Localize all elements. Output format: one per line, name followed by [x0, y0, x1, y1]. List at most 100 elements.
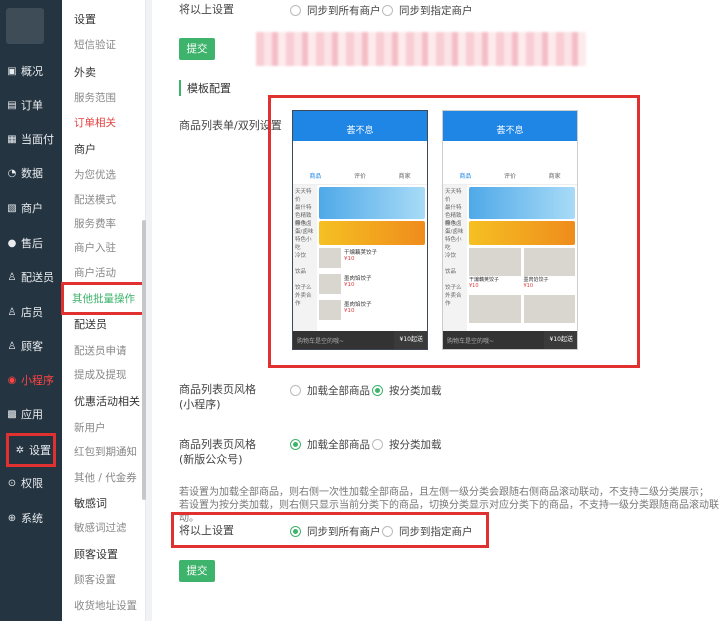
sidebar-item-13[interactable]: ⊕ 系统	[0, 503, 62, 533]
sidebar-item-7[interactable]: ♙ 店员	[0, 297, 62, 327]
submit-button-top[interactable]: 提交	[179, 38, 215, 60]
radio-circle-icon	[290, 385, 301, 396]
subnav-item: 配送员	[74, 318, 107, 331]
phone-shop-info	[443, 141, 577, 171]
mp-by-category-radio[interactable]: 按分类加载	[372, 383, 442, 398]
subnav-item[interactable]: 商户活动	[74, 265, 116, 280]
promo-banner	[319, 187, 425, 219]
subnav-item[interactable]: 配送员申请	[74, 343, 127, 358]
bottom-sync-all-radio[interactable]: 同步到所有商户	[290, 524, 381, 539]
top-sync-all-radio[interactable]: 同步到所有商户	[290, 3, 381, 18]
radio-checked-icon	[290, 526, 301, 537]
subnav-item[interactable]: 顾客设置	[74, 572, 116, 587]
grid-item: 干煸藕荚饺子 ¥10	[469, 248, 521, 292]
sidebar-item-label: 订单	[21, 99, 43, 112]
bottom-sync-specific-radio[interactable]: 同步到指定商户	[382, 524, 473, 539]
subnav-item[interactable]: 收货地址设置	[74, 598, 137, 613]
sidebar-item-9[interactable]: ◉ 小程序	[0, 365, 62, 395]
template-single-column[interactable]: 荟不息 商品 评价 商家 天天特价 最什特色精致摩卡 特色卤蛋/卤味 特色小吃 冷饮 饮品 饺子…	[292, 110, 428, 350]
subnav-item[interactable]: 商户入驻	[74, 240, 116, 255]
miniprogram-icon: ◉	[7, 374, 17, 386]
phone-tabs: 商品 评价 商家	[443, 171, 577, 185]
sidebar-item-label: 商户	[21, 202, 43, 215]
subnav-item[interactable]: 订单相关	[74, 115, 116, 130]
customer-icon: ♙	[7, 340, 17, 352]
sidebar-item-1[interactable]: ▤ 订单	[0, 90, 62, 120]
sidebar-item-5[interactable]: ● 售后	[0, 228, 62, 258]
subnav-item[interactable]: 新用户	[74, 420, 106, 435]
subnav-item[interactable]: 服务范围	[74, 90, 116, 105]
redacted-area	[256, 32, 586, 66]
subnav-scrollbar[interactable]	[142, 220, 146, 500]
avatar	[6, 8, 44, 44]
radio-circle-icon	[382, 526, 393, 537]
promo-banner	[319, 221, 425, 245]
sidebar-item-label: 应用	[21, 408, 43, 421]
sidebar-item-12[interactable]: ⊙ 权限	[0, 468, 62, 498]
gzh-style-label: 商品列表页风格 (新版公众号)	[179, 438, 256, 466]
gzh-load-all-radio[interactable]: 加载全部商品	[290, 437, 370, 452]
sidebar-item-10[interactable]: ▩ 应用	[0, 399, 62, 429]
permission-icon: ⊙	[7, 477, 17, 489]
sidebar-item-8[interactable]: ♙ 顾客	[0, 331, 62, 361]
subnav-item[interactable]: 敏感词过滤	[74, 520, 127, 535]
rider-icon: ♙	[7, 271, 17, 283]
radio-checked-icon	[290, 439, 301, 450]
order-icon: ▤	[7, 99, 17, 111]
sidebar-item-label: 售后	[21, 237, 43, 250]
subnav-item[interactable]: 其他批量操作	[61, 282, 145, 315]
subnav-item[interactable]: 提成及提现	[74, 367, 127, 382]
sidebar-item-2[interactable]: ▦ 当面付	[0, 124, 62, 154]
mp-load-all-radio[interactable]: 加载全部商品	[290, 383, 370, 398]
sidebar-item-label: 当面付	[21, 133, 54, 146]
top-sync-label: 将以上设置	[179, 3, 234, 16]
main-sidebar: ▣ 概况 ▤ 订单 ▦ 当面付 ◔ 数据 ▧ 商户 ● 售后 ♙ 配送员 ♙ 店员 ♙ 顾客 ◉ 小程序 ▩ 应用 ✲ 设置 ⊙…	[0, 0, 62, 621]
sidebar-item-label: 数据	[21, 167, 43, 180]
phone-header: 荟不息	[293, 111, 427, 141]
sidebar-item-3[interactable]: ◔ 数据	[0, 158, 62, 188]
sidebar-item-label: 小程序	[21, 374, 54, 387]
subnav-item: 顾客设置	[74, 548, 118, 561]
service-icon: ●	[7, 237, 17, 249]
list-style-label: 商品列表单/双列设置	[179, 119, 282, 132]
submit-button-bottom[interactable]: 提交	[179, 560, 215, 582]
mp-style-label: 商品列表页风格 (小程序)	[179, 383, 256, 411]
subnav-item[interactable]: 配送模式	[74, 192, 116, 207]
subnav-item[interactable]: 其他 / 代金券	[74, 470, 137, 485]
list-item: 墨肉馅饺子 ¥10	[319, 300, 425, 324]
clerk-icon: ♙	[7, 306, 17, 318]
subnav-item: 优惠活动相关	[74, 395, 140, 408]
subnav-item: 商户	[74, 143, 96, 156]
sidebar-item-4[interactable]: ▧ 商户	[0, 193, 62, 223]
subnav-item[interactable]: 红包到期通知	[74, 444, 137, 459]
radio-circle-icon	[372, 439, 383, 450]
subnav-item: 外卖	[74, 66, 96, 79]
top-sync-specific-radio[interactable]: 同步到指定商户	[382, 3, 473, 18]
settings-subnav: 设置 短信验证外卖服务范围订单相关商户为您优选配送模式服务费率商户入驻商户活动其…	[61, 0, 146, 621]
phone-category-list: 天天特价 最什特色精致摩卡 特色卤蛋/卤味 特色小吃 冷饮 饮品 饺子么外卖合作	[443, 185, 467, 345]
subnav-item[interactable]: 为您优选	[74, 167, 116, 182]
subnav-item[interactable]: 短信验证	[74, 37, 116, 52]
phone-tabs: 商品 评价 商家	[293, 171, 427, 185]
system-icon: ⊕	[7, 512, 17, 524]
template-double-column[interactable]: 荟不息 商品 评价 商家 天天特价 最什特色精致摩卡 特色卤蛋/卤味 特色小吃 冷饮 饮品 饺子…	[442, 110, 578, 350]
sidebar-item-label: 顾客	[21, 340, 43, 353]
sidebar-item-0[interactable]: ▣ 概况	[0, 56, 62, 86]
subnav-item: 敏感词	[74, 497, 107, 510]
data-icon: ◔	[7, 167, 17, 179]
list-item: 墨肉馅饺子 ¥10	[319, 274, 425, 298]
settings-main: 将以上设置 同步到所有商户 同步到指定商户 提交 模板配置 商品列表单/双列设置…	[152, 0, 727, 621]
dashboard-icon: ▣	[7, 65, 17, 77]
subnav-title: 设置	[74, 13, 96, 26]
phone-cart-bar: 购物车是空的哦~ ¥10起送	[293, 331, 427, 349]
sidebar-item-label: 概况	[21, 65, 43, 78]
subnav-item[interactable]: 服务费率	[74, 216, 116, 231]
shop-icon: ▧	[7, 202, 17, 214]
sidebar-item-11[interactable]: ✲ 设置	[6, 433, 56, 467]
sidebar-item-6[interactable]: ♙ 配送员	[0, 262, 62, 292]
phone-shop-info	[293, 141, 427, 171]
radio-checked-icon	[372, 385, 383, 396]
promo-banner	[469, 187, 575, 219]
gzh-by-category-radio[interactable]: 按分类加载	[372, 437, 442, 452]
sidebar-item-label: 系统	[21, 512, 43, 525]
